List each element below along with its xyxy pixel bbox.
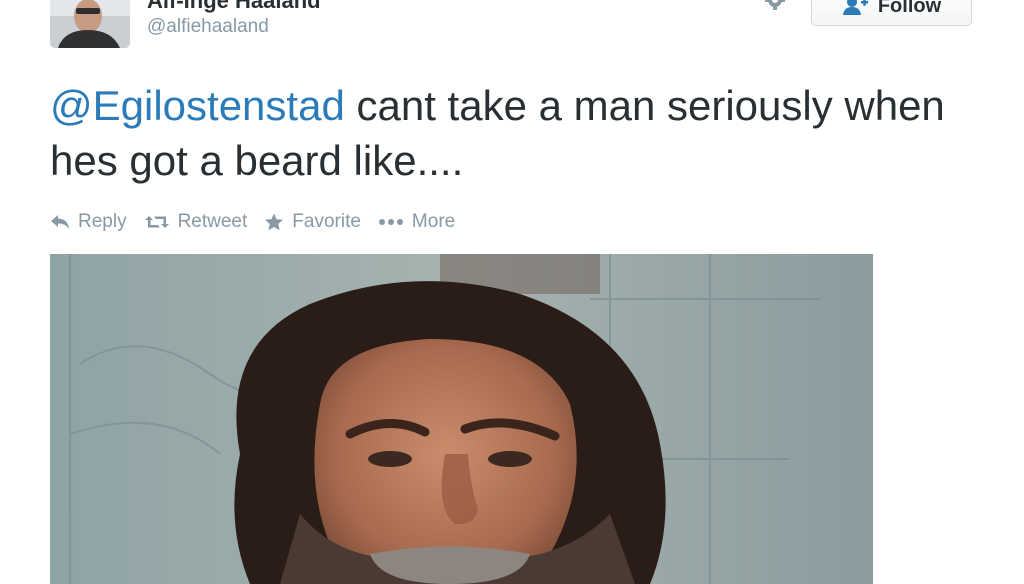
tweet-text: @Egilostenstad cant take a man seriously… [50, 78, 970, 188]
tweet-mention-link[interactable]: @Egilostenstad [50, 82, 345, 129]
follow-button[interactable]: Follow [811, 0, 972, 26]
favorite-icon [265, 213, 284, 231]
retweet-action[interactable]: Retweet [144, 211, 248, 233]
gear-icon[interactable] [760, 0, 790, 16]
user-display-name[interactable]: Alf-Inge Haaland [147, 0, 321, 14]
retweet-icon [144, 216, 169, 228]
follow-person-icon [842, 0, 868, 15]
reply-label: Reply [78, 211, 127, 232]
favorite-action[interactable]: Favorite [264, 211, 361, 233]
user-screen-name[interactable]: @alfiehaaland [147, 16, 269, 38]
favorite-label: Favorite [292, 211, 361, 232]
more-icon [378, 219, 403, 225]
avatar[interactable] [50, 0, 130, 48]
more-label: More [411, 211, 456, 232]
reply-action[interactable]: Reply [50, 211, 127, 233]
photo-image [50, 254, 873, 584]
avatar-image [50, 0, 130, 48]
tweet-actions: Reply Retweet Favorite More [50, 210, 472, 234]
retweet-label: Retweet [177, 211, 248, 232]
more-action[interactable]: More [378, 211, 455, 233]
tweet-photo[interactable] [50, 254, 873, 584]
reply-icon [51, 215, 69, 229]
follow-label: Follow [877, 0, 942, 17]
